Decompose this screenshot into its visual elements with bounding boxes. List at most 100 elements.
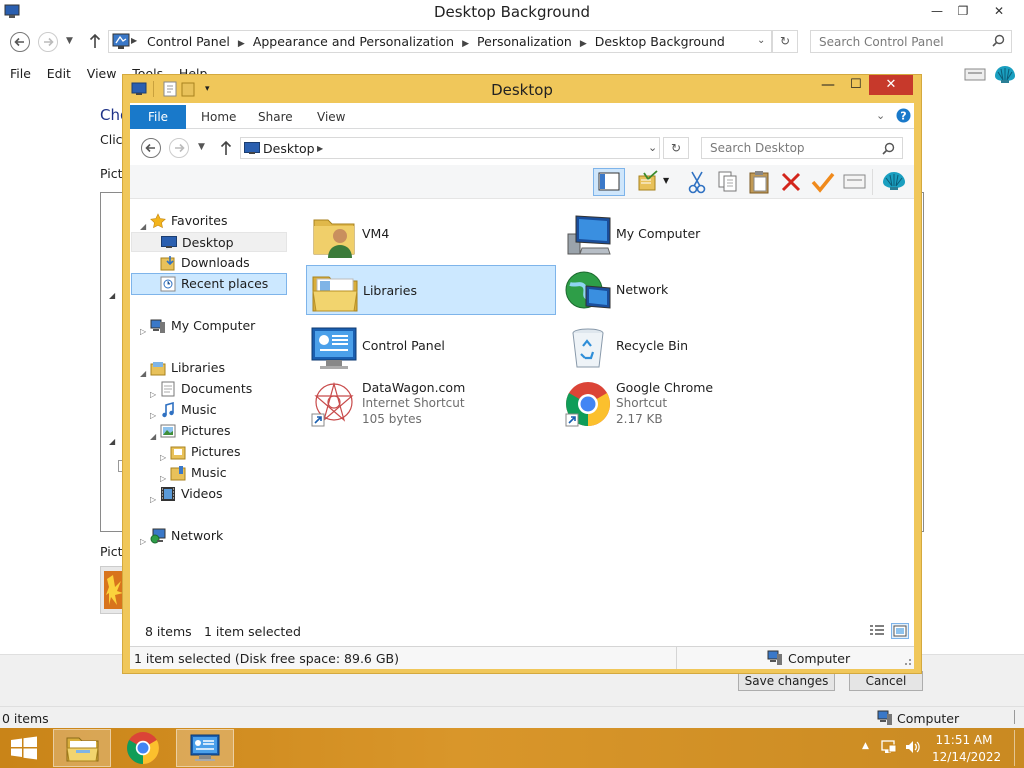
- nav-favorites[interactable]: ◢ Favorites: [130, 211, 288, 231]
- properties-icon[interactable]: [964, 66, 986, 82]
- nav-desktop[interactable]: Desktop: [131, 232, 287, 252]
- folder-options-icon[interactable]: [636, 170, 660, 194]
- show-hidden-icons-icon[interactable]: ▲: [862, 741, 869, 751]
- group-collapse-icon-2[interactable]: ◢: [109, 437, 115, 446]
- recent-locations-chevron-icon[interactable]: ▼: [66, 36, 73, 46]
- preview-pane-button[interactable]: [593, 168, 625, 196]
- help-icon[interactable]: ?: [896, 108, 911, 123]
- forward-arrow-icon[interactable]: [37, 31, 59, 53]
- menu-view[interactable]: View: [77, 62, 117, 81]
- search-desktop-input[interactable]: Search Desktop: [701, 137, 903, 159]
- explorer-recent-chevron-icon[interactable]: ▼: [198, 142, 205, 152]
- nav-music[interactable]: ▷ Music: [130, 400, 288, 420]
- breadcrumb-desktop-background[interactable]: Desktop Background: [595, 34, 725, 49]
- search-control-panel-input[interactable]: Search Control Panel: [810, 30, 1012, 53]
- group-collapse-icon[interactable]: ◢: [109, 291, 115, 300]
- taskbar-google-chrome[interactable]: [114, 729, 172, 767]
- explorer-forward-icon[interactable]: [168, 137, 190, 159]
- resize-grip-icon[interactable]: [1014, 710, 1022, 724]
- taskbar-file-explorer[interactable]: [53, 729, 111, 767]
- explorer-maximize-button[interactable]: ☐: [850, 77, 862, 92]
- shell-icon[interactable]: [880, 168, 908, 194]
- expand-videos-icon[interactable]: ▷: [150, 490, 156, 510]
- explorer-refresh-button[interactable]: ↻: [663, 137, 689, 159]
- clock-time[interactable]: 11:51 AM: [932, 733, 996, 747]
- tab-share[interactable]: Share: [258, 110, 293, 124]
- explorer-up-icon[interactable]: [219, 139, 233, 157]
- refresh-button[interactable]: ↻: [772, 30, 798, 53]
- nav-videos[interactable]: ▷ Videos: [130, 484, 288, 504]
- list-item-google-chrome[interactable]: Google Chrome Shortcut 2.17 KB: [560, 377, 810, 429]
- nav-videos-label: Videos: [181, 486, 223, 501]
- list-item-network[interactable]: Network: [560, 265, 810, 317]
- nav-downloads[interactable]: Downloads: [130, 253, 288, 273]
- ribbon-tabs: File Home Share View ⌄ ?: [130, 103, 914, 129]
- start-button[interactable]: [0, 729, 48, 767]
- close-button[interactable]: ✕: [984, 0, 1014, 24]
- volume-icon[interactable]: [904, 739, 922, 755]
- nav-my-computer-label: My Computer: [171, 318, 256, 333]
- delete-icon[interactable]: [780, 171, 802, 193]
- explorer-resize-grip[interactable]: [905, 659, 911, 665]
- show-desktop-button[interactable]: [1014, 730, 1024, 766]
- picture-position-preview[interactable]: [100, 566, 124, 614]
- paste-icon[interactable]: [747, 169, 771, 195]
- explorer-title: Desktop: [491, 81, 553, 99]
- nav-pictures[interactable]: ◢ Pictures: [130, 421, 288, 441]
- list-item-libraries[interactable]: Libraries: [306, 265, 556, 315]
- list-item-datawagon[interactable]: DataWagon.com Internet Shortcut 105 byte…: [306, 377, 556, 429]
- explorer-command-bar: ▼: [130, 165, 914, 199]
- tab-file[interactable]: File: [130, 105, 186, 129]
- list-item-vm4[interactable]: VM4: [306, 209, 556, 261]
- up-arrow-icon[interactable]: [88, 32, 102, 50]
- details-view-icon[interactable]: [869, 624, 885, 638]
- menu-file[interactable]: File: [0, 62, 31, 81]
- address-bar[interactable]: ▶ Control Panel ▶ Appearance and Personali…: [108, 30, 772, 53]
- back-arrow-icon[interactable]: [9, 31, 31, 53]
- taskbar-chrome-icon: [114, 729, 172, 767]
- nav-documents[interactable]: ▷ Documents: [130, 379, 288, 399]
- tab-view[interactable]: View: [317, 110, 345, 124]
- nav-my-computer[interactable]: ▷ My Computer: [130, 316, 288, 336]
- nav-music-folder[interactable]: ▷ Music: [130, 463, 288, 483]
- save-changes-button[interactable]: Save changes: [738, 671, 835, 691]
- explorer-address-dropdown-icon[interactable]: ⌄: [648, 141, 657, 154]
- clock-date[interactable]: 12/14/2022: [932, 750, 1001, 764]
- nav-pictures-folder[interactable]: ▷ Pictures: [130, 442, 288, 462]
- network-tray-icon[interactable]: [881, 739, 897, 755]
- nav-network[interactable]: ▷ Network: [130, 526, 288, 546]
- breadcrumb-personalization[interactable]: Personalization: [477, 34, 572, 49]
- maximize-button[interactable]: ❐: [948, 0, 978, 24]
- breadcrumb-control-panel[interactable]: Control Panel: [147, 34, 230, 49]
- address-chevron-icon[interactable]: ▶: [317, 144, 323, 153]
- copy-icon[interactable]: [717, 170, 739, 194]
- explorer-back-icon[interactable]: [140, 137, 162, 159]
- nav-recent-places[interactable]: Recent places: [131, 273, 287, 295]
- tab-home[interactable]: Home: [201, 110, 236, 124]
- cut-icon[interactable]: [686, 170, 708, 194]
- address-dropdown-icon[interactable]: ⌄: [757, 35, 765, 46]
- properties-icon[interactable]: [843, 173, 867, 191]
- expand-ribbon-icon[interactable]: ⌄: [876, 109, 885, 122]
- nav-libraries[interactable]: ◢ Libraries: [130, 358, 288, 378]
- address-desktop[interactable]: Desktop: [263, 141, 315, 156]
- list-item-control-panel[interactable]: Control Panel: [306, 321, 556, 373]
- breadcrumb-appearance[interactable]: Appearance and Personalization: [253, 34, 454, 49]
- folder-options-dropdown-icon[interactable]: ▼: [663, 176, 669, 185]
- my-computer-small-icon: [150, 318, 166, 334]
- shell-icon[interactable]: [992, 62, 1018, 86]
- large-icons-view-icon[interactable]: [891, 623, 909, 639]
- explorer-minimize-button[interactable]: —: [821, 77, 835, 93]
- explorer-close-button[interactable]: ✕: [869, 75, 913, 95]
- taskbar-control-panel[interactable]: [176, 729, 234, 767]
- menu-edit[interactable]: Edit: [37, 62, 71, 81]
- explorer-address-bar[interactable]: Desktop ▶ ⌄: [240, 137, 660, 159]
- item-name: DataWagon.com: [362, 380, 466, 395]
- libraries-small-icon: [150, 360, 166, 376]
- expand-network-icon[interactable]: ▷: [140, 532, 146, 552]
- list-item-recycle-bin[interactable]: Recycle Bin: [560, 321, 810, 373]
- list-item-my-computer[interactable]: My Computer: [560, 209, 810, 261]
- rename-checkmark-icon[interactable]: [811, 171, 835, 193]
- cancel-button[interactable]: Cancel: [849, 671, 923, 691]
- expand-my-computer-icon[interactable]: ▷: [140, 322, 146, 342]
